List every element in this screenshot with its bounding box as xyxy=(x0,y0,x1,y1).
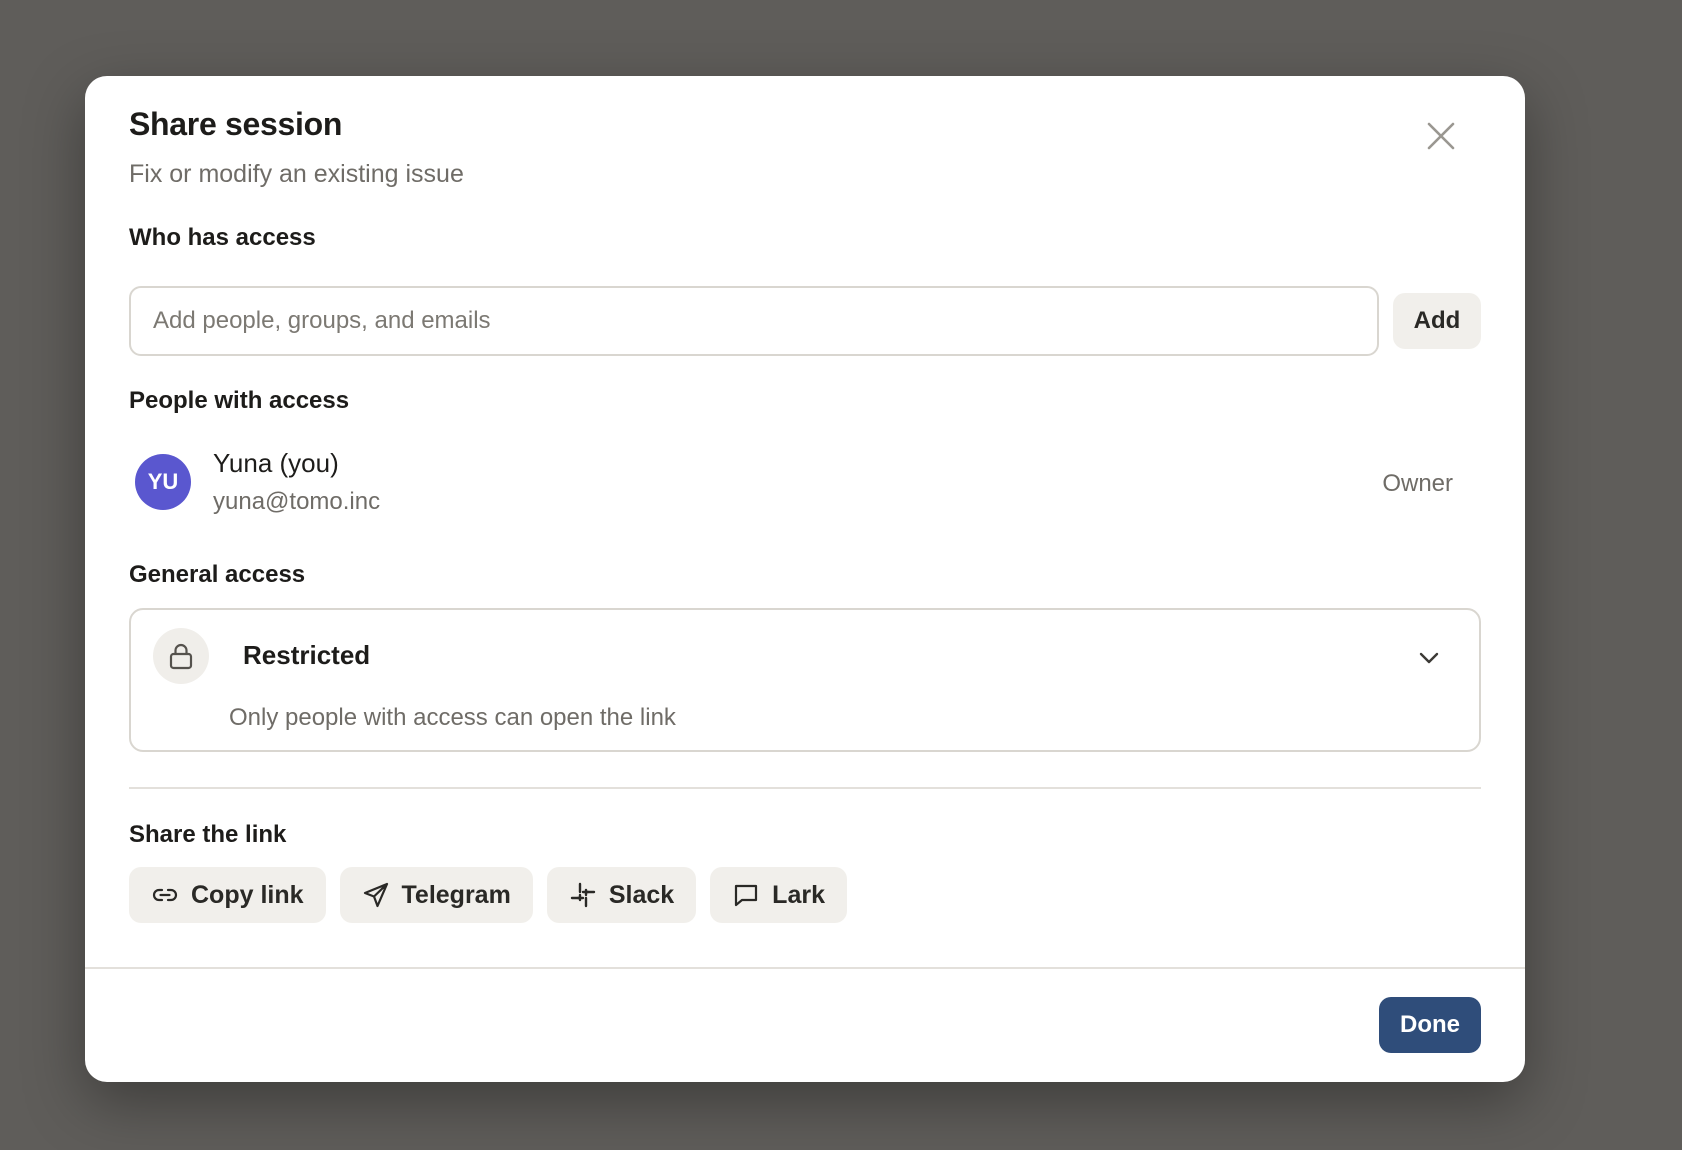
add-button[interactable]: Add xyxy=(1393,293,1481,349)
lark-label: Lark xyxy=(772,880,825,909)
done-button[interactable]: Done xyxy=(1379,997,1481,1053)
share-buttons: Copy link Telegram Slack Lark xyxy=(129,867,847,923)
telegram-button[interactable]: Telegram xyxy=(339,867,533,923)
person-name: Yuna (you) xyxy=(213,448,339,478)
copy-link-button[interactable]: Copy link xyxy=(129,867,326,923)
general-access-label: General access xyxy=(129,561,306,588)
copy-link-label: Copy link xyxy=(191,880,304,909)
telegram-label: Telegram xyxy=(401,880,511,909)
close-button[interactable] xyxy=(1421,116,1461,156)
lock-icon-badge xyxy=(153,628,209,684)
general-access-select[interactable]: Restricted Only people with access can o… xyxy=(129,608,1481,752)
access-level-value: Restricted xyxy=(243,640,371,670)
dialog-body: Share session Fix or modify an existing … xyxy=(129,76,1481,966)
who-has-access-label: Who has access xyxy=(129,224,316,251)
slack-icon xyxy=(570,882,596,908)
avatar: YU xyxy=(135,454,191,510)
lark-button[interactable]: Lark xyxy=(710,867,847,923)
link-icon xyxy=(152,888,178,902)
access-level-description: Only people with access can open the lin… xyxy=(229,704,676,731)
close-icon xyxy=(1427,122,1455,150)
chevron-down-icon xyxy=(1415,644,1443,672)
person-row: YU Yuna (you) yuna@tomo.inc Owner xyxy=(129,444,1481,520)
person-role: Owner xyxy=(1382,470,1453,497)
slack-label: Slack xyxy=(608,880,675,909)
share-session-dialog: Share session Fix or modify an existing … xyxy=(85,76,1525,1082)
send-icon xyxy=(363,882,388,908)
invite-row: Add xyxy=(129,286,1481,356)
dialog-title: Share session xyxy=(129,106,343,142)
chat-icon xyxy=(735,884,758,907)
people-with-access-label: People with access xyxy=(129,387,350,414)
dialog-subtitle: Fix or modify an existing issue xyxy=(129,160,464,188)
add-people-input[interactable] xyxy=(129,286,1379,356)
footer-divider xyxy=(85,967,1525,969)
person-email: yuna@tomo.inc xyxy=(213,488,381,515)
slack-button[interactable]: Slack xyxy=(546,867,697,923)
section-divider xyxy=(129,787,1481,789)
share-the-link-label: Share the link xyxy=(129,821,287,848)
lock-icon xyxy=(169,643,193,670)
